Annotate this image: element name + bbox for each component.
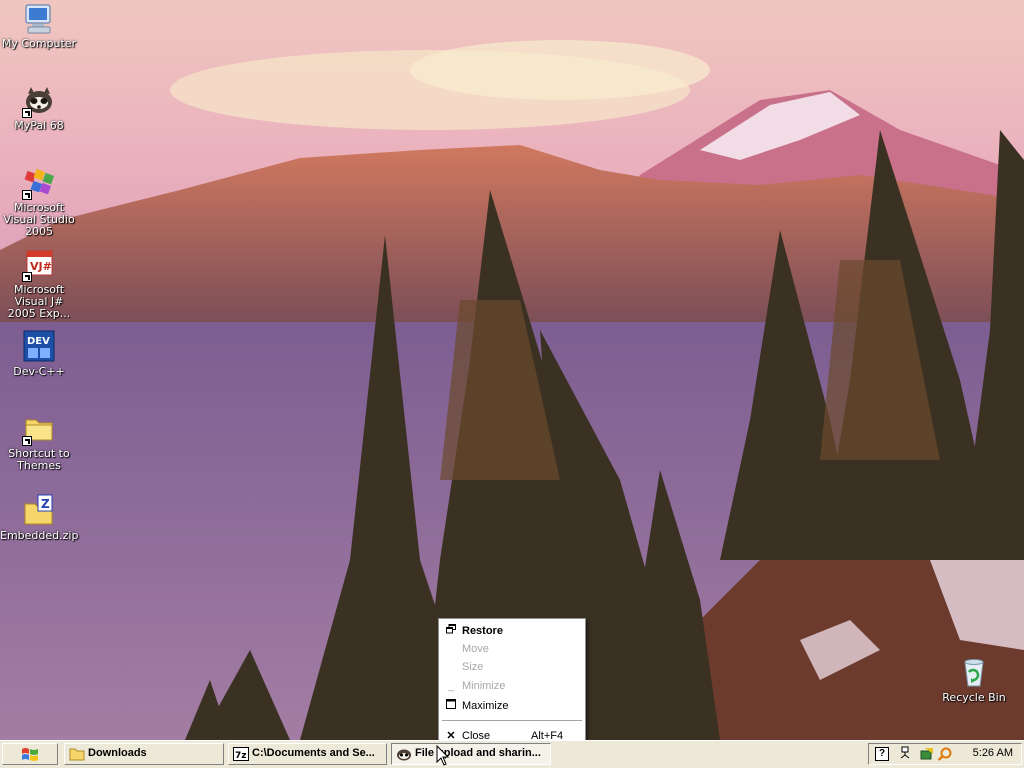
recycle-bin-desktop-icon[interactable]: Recycle Bin <box>935 656 1013 704</box>
mypal-desktop-icon[interactable]: MyPal 68 <box>0 84 78 132</box>
svg-text:7z: 7z <box>235 751 247 761</box>
system-tray: ? 5:26 AM <box>868 743 1022 765</box>
taskbar-button-mypal[interactable]: File upload and sharin... <box>391 743 551 765</box>
visual-jsharp-icon: VJ# <box>22 248 56 282</box>
search-icon[interactable] <box>937 747 953 764</box>
desktop-icon-label: Microsoft Visual J# 2005 Exp... <box>7 283 71 320</box>
my-computer-icon <box>22 2 56 36</box>
desktop-icon-label: Shortcut to Themes <box>8 447 70 472</box>
desktop-icon-label: Embedded.zip <box>0 529 79 542</box>
desktop-icon-label: MyPal 68 <box>14 119 64 132</box>
menu-item-move: Move <box>462 643 489 655</box>
menu-item-restore[interactable]: Restore <box>441 622 583 640</box>
menu-item-size: Size <box>462 661 484 673</box>
desktop-icon-label: My Computer <box>1 37 77 50</box>
taskbar-button-downloads[interactable]: Downloads <box>64 743 224 765</box>
folder-icon <box>69 747 85 761</box>
shortcut-arrow-icon <box>22 190 32 200</box>
visual-studio-desktop-icon[interactable]: Microsoft Visual Studio 2005 <box>0 166 78 238</box>
visual-jsharp-desktop-icon[interactable]: VJ# Microsoft Visual J# 2005 Exp... <box>0 248 78 320</box>
mypal-icon <box>396 747 412 761</box>
desktop-icon-label: Dev-C++ <box>13 365 65 378</box>
embedded-zip-desktop-icon[interactable]: Z Embedded.zip <box>0 494 78 542</box>
menu-separator <box>442 720 582 721</box>
start-button[interactable] <box>2 743 58 765</box>
desktop-icon-label: Microsoft Visual Studio 2005 <box>3 201 75 238</box>
maximize-icon <box>445 697 457 715</box>
taskbar: Downloads 7z C:\Documents and Se... File… <box>0 740 1024 768</box>
visual-studio-icon <box>22 166 56 200</box>
shortcut-arrow-icon <box>22 436 32 446</box>
menu-item-minimize: _ Minimize <box>441 677 583 695</box>
my-computer-desktop-icon[interactable]: My Computer <box>0 2 78 50</box>
svg-text:Z: Z <box>41 497 50 511</box>
window-context-menu: Restore Move Size _ Minimize Maximize ✕ … <box>438 618 586 750</box>
mouse-cursor-icon <box>436 745 450 766</box>
dev-cpp-icon: DEV <box>22 330 56 364</box>
svg-text:VJ#: VJ# <box>30 260 52 273</box>
mypal-icon <box>22 84 56 118</box>
shortcut-arrow-icon <box>22 272 32 282</box>
7zip-icon: 7z <box>233 747 249 761</box>
taskbar-button-7zip[interactable]: 7z C:\Documents and Se... <box>228 743 387 765</box>
zip-folder-icon: Z <box>22 494 56 528</box>
minimize-icon: _ <box>447 680 455 692</box>
windows-logo-icon <box>21 747 39 764</box>
menu-item-maximize[interactable]: Maximize <box>441 697 583 715</box>
help-icon[interactable]: ? <box>875 747 889 761</box>
desktop-icon-label: Recycle Bin <box>942 691 1006 704</box>
folder-icon <box>22 412 56 446</box>
dev-cpp-desktop-icon[interactable]: DEV Dev-C++ <box>0 330 78 378</box>
clock[interactable]: 5:26 AM <box>973 747 1013 759</box>
safely-remove-hardware-icon[interactable] <box>919 747 935 764</box>
network-icon[interactable] <box>899 746 911 765</box>
recycle-bin-icon <box>957 656 991 690</box>
shortcut-arrow-icon <box>22 108 32 118</box>
themes-shortcut-desktop-icon[interactable]: Shortcut to Themes <box>0 412 78 472</box>
svg-text:DEV: DEV <box>27 336 50 347</box>
restore-icon <box>445 622 457 640</box>
